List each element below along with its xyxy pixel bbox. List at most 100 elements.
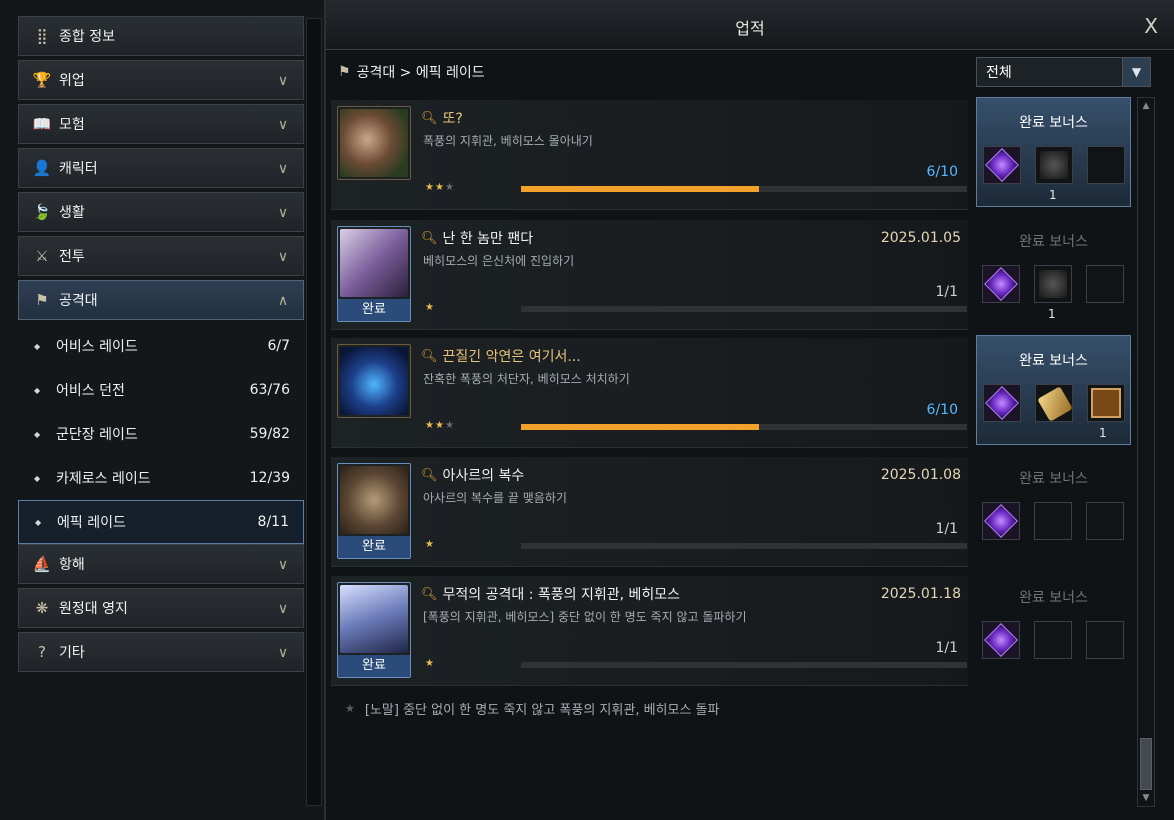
completion-bonus[interactable]: 완료 보너스 1 (976, 335, 1131, 445)
progress-text: 1/1 (935, 640, 958, 656)
estate-icon: ❋ (35, 599, 49, 617)
scroll-down-icon[interactable]: ▼ (1140, 792, 1152, 804)
star-icon: ★ (425, 302, 435, 313)
sidebar-item-book[interactable]: 📖 모험 ∨ (18, 104, 304, 144)
close-button[interactable]: X (1144, 14, 1158, 38)
scroll-thumb[interactable] (1140, 738, 1152, 790)
achievement-row[interactable]: 🔍︎ 끈질긴 악연은 여기서... 잔혹한 폭풍의 처단자, 베히모스 처치하기 6/… (331, 338, 968, 448)
completion-date: 2025.01.08 (880, 467, 961, 483)
achievement-title-text: 무적의 공격대 : 폭풍의 지휘관, 베히모스 (442, 587, 681, 603)
gem-icon (984, 504, 1018, 538)
achievement-title[interactable]: 🔍︎ 아사르의 복수 (421, 465, 524, 485)
list-scrollbar[interactable]: ▲ ▼ (1137, 97, 1155, 807)
sidebar-subitem[interactable]: ◆ 군단장 레이드 59/82 (18, 412, 304, 456)
progress-fill (521, 424, 760, 430)
achievement-title[interactable]: 🔍︎ 끈질긴 악연은 여기서... (421, 346, 581, 366)
completed-badge: 완료 (338, 299, 410, 321)
completion-bonus[interactable]: 완료 보너스 (976, 573, 1131, 683)
completion-bonus[interactable]: 완료 보너스 1 (976, 97, 1131, 207)
chevron-down-icon[interactable]: ∨ (273, 203, 293, 223)
scroll-up-icon[interactable]: ▲ (1140, 100, 1152, 112)
locked-achievement-row[interactable]: ★ [노말] 중단 없이 한 명도 죽지 않고 폭풍의 지휘관, 베히모스 돌파 (331, 688, 1131, 728)
achievement-row[interactable]: 🔍︎ 또? 폭풍의 지휘관, 베히모스 몰아내기 6/10 ★★★ (331, 100, 968, 210)
bullet-icon: ◆ (34, 341, 41, 351)
sidebar-subitem[interactable]: ◆ 카제로스 레이드 12/39 (18, 456, 304, 500)
filter-dropdown[interactable]: 전체 ▼ (976, 57, 1151, 87)
achievement-title[interactable]: 🔍︎ 무적의 공격대 : 폭풍의 지휘관, 베히모스 (421, 584, 680, 604)
sidebar-subitem[interactable]: ◆ 어비스 던전 63/76 (18, 368, 304, 412)
bonus-title: 완료 보너스 (1019, 471, 1088, 487)
achievement-thumbnail: 완료 (337, 226, 411, 322)
completion-bonus[interactable]: 완료 보너스 (976, 454, 1131, 564)
sidebar-item-grid[interactable]: ⣿ 종합 정보 (18, 16, 304, 56)
search-icon[interactable]: 🔍︎ (421, 587, 438, 602)
reward-slot[interactable] (982, 265, 1020, 303)
completion-date: 2025.01.05 (880, 230, 961, 246)
sidebar-item-raid[interactable]: ⚑ 공격대 ∧ (18, 280, 304, 320)
search-icon[interactable]: 🔍︎ (421, 231, 438, 246)
sidebar-item-label: 생활 (59, 205, 85, 221)
achievement-row[interactable]: 완료 🔍︎ 무적의 공격대 : 폭풍의 지휘관, 베히모스 [폭풍의 지휘관, 베히모… (331, 576, 968, 686)
reward-slot-empty (1034, 502, 1072, 540)
chevron-down-icon[interactable]: ∨ (273, 599, 293, 619)
sidebar-subitem[interactable]: ◆ 에픽 레이드 8/11 (18, 500, 304, 544)
reward-slot[interactable] (982, 621, 1020, 659)
achievement-title[interactable]: 🔍︎ 난 한 놈만 팬다 (421, 228, 533, 248)
sidebar-subitem-count: 6/7 (267, 338, 290, 354)
sidebar-subitem[interactable]: ◆ 어비스 레이드 6/7 (18, 324, 304, 368)
achievement-thumbnail: 완료 (337, 463, 411, 559)
reward-slot[interactable] (1035, 384, 1073, 422)
sidebar-item-ship[interactable]: ⛵ 항해 ∨ (18, 544, 304, 584)
sidebar-subitem-label: 카제로스 레이드 (56, 471, 151, 487)
sidebar-item-estate[interactable]: ❋ 원정대 영지 ∨ (18, 588, 304, 628)
sidebar-subitem-count: 12/39 (249, 470, 290, 486)
achievement-row[interactable]: 완료 🔍︎ 아사르의 복수 아사르의 복수를 끝 맺음하기 2025.01.08 1/1 ★ (331, 457, 968, 567)
trophy-icon: 🏆 (32, 71, 52, 89)
chevron-down-icon[interactable]: ▼ (1122, 58, 1150, 86)
sidebar-item-trophy[interactable]: 🏆 위업 ∨ (18, 60, 304, 100)
chevron-down-icon[interactable]: ∨ (273, 643, 293, 663)
achievement-description: 베히모스의 은신처에 진입하기 (423, 254, 575, 268)
reward-slot[interactable] (983, 384, 1021, 422)
reward-slot[interactable] (1034, 265, 1072, 303)
reward-slot[interactable] (983, 146, 1021, 184)
card-icon (1091, 388, 1121, 418)
search-icon[interactable]: 🔍︎ (421, 111, 438, 126)
reward-slot[interactable] (982, 502, 1020, 540)
sidebar-item-label: 전투 (59, 249, 85, 265)
reward-slot[interactable] (1035, 146, 1073, 184)
bullet-icon: ◆ (34, 429, 41, 439)
sidebar-item-leaf[interactable]: 🍃 생활 ∨ (18, 192, 304, 232)
sidebar-item-question[interactable]: ? 기타 ∨ (18, 632, 304, 672)
chevron-down-icon[interactable]: ∨ (273, 159, 293, 179)
chevron-down-icon[interactable]: ∨ (273, 555, 293, 575)
category-sidebar: ⣿ 종합 정보 🏆 위업 ∨ 📖 모험 ∨ 👤 캐릭터 ∨ 🍃 생활 ∨ ⚔ 전투 ∨ ⚑ 공격대 ∧ ◆ 어비스 레이드… (0, 0, 325, 820)
reward-slot[interactable] (1087, 384, 1125, 422)
achievement-row[interactable]: 완료 🔍︎ 난 한 놈만 팬다 베히모스의 은신처에 진입하기 2025.01.05 1/… (331, 220, 968, 330)
progress-text: 6/10 (926, 164, 958, 180)
sidebar-item-crossed-swords[interactable]: ⚔ 전투 ∨ (18, 236, 304, 276)
sidebar-item-person[interactable]: 👤 캐릭터 ∨ (18, 148, 304, 188)
gem-icon (984, 267, 1018, 301)
progress-bar (521, 662, 967, 668)
chevron-down-icon[interactable]: ∨ (273, 71, 293, 91)
chevron-down-icon[interactable]: ∨ (273, 115, 293, 135)
category-list: ⣿ 종합 정보 🏆 위업 ∨ 📖 모험 ∨ 👤 캐릭터 ∨ 🍃 생활 ∨ ⚔ 전투 ∨ ⚑ 공격대 ∧ ◆ 어비스 레이드… (18, 16, 304, 676)
search-icon[interactable]: 🔍︎ (421, 468, 438, 483)
achievement-title-text: 또? (442, 111, 463, 127)
search-icon[interactable]: 🔍︎ (421, 349, 438, 364)
completion-date: 2025.01.18 (880, 586, 961, 602)
achievement-title[interactable]: 🔍︎ 또? (421, 108, 463, 128)
chevron-up-icon[interactable]: ∧ (273, 291, 293, 311)
sidebar-scrollbar[interactable] (306, 18, 322, 806)
chevron-down-icon[interactable]: ∨ (273, 247, 293, 267)
progress-bar (521, 306, 967, 312)
person-icon: 👤 (32, 159, 52, 177)
armor-icon (1039, 270, 1067, 298)
difficulty-stars: ★ (425, 539, 435, 550)
difficulty-stars: ★★★ (425, 420, 455, 431)
star-icon: ★ (345, 701, 355, 715)
completion-bonus[interactable]: 완료 보너스 1 (976, 217, 1131, 327)
breadcrumb-text: 공격대 > 에픽 레이드 (356, 65, 485, 81)
completed-badge: 완료 (338, 655, 410, 677)
